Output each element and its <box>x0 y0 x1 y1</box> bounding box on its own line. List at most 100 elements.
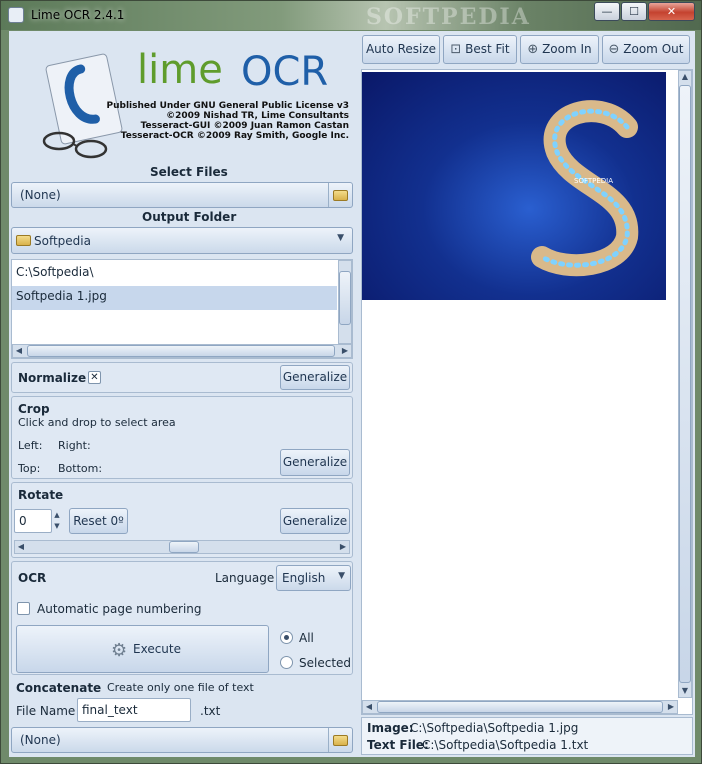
window-title: Lime OCR 2.4.1 <box>31 8 125 22</box>
list-item[interactable]: C:\Softpedia\ <box>12 262 337 286</box>
concatenate-combo[interactable]: (None) <box>11 727 353 753</box>
list-horizontal-scrollbar[interactable]: ◀ ▶ <box>12 344 352 358</box>
app-icon <box>8 7 24 23</box>
preview-image[interactable]: SOFTPEDIA <box>362 72 666 300</box>
crop-right-label: Right: <box>58 439 91 452</box>
scroll-right-arrow[interactable]: ▶ <box>665 701 677 713</box>
license-line: Tesseract-GUI ©2009 Juan Ramon Castan <box>140 121 349 131</box>
execute-button[interactable]: ⚙ Execute <box>16 625 269 673</box>
logo: lime OCR Published Under GNU General Pub… <box>29 45 359 167</box>
language-label: Language <box>215 571 275 585</box>
output-folder-title: Output Folder <box>142 210 237 224</box>
stepper-up-icon[interactable]: ▲ <box>52 510 62 521</box>
maximize-button[interactable]: ☐ <box>621 2 647 21</box>
gear-icon: ⚙ <box>111 640 128 661</box>
softpedia-s-logo <box>531 100 639 277</box>
browse-output-button[interactable] <box>328 728 352 752</box>
execute-label: Execute <box>133 642 181 656</box>
concatenate-title: Concatenate <box>16 681 102 695</box>
scroll-down-arrow[interactable]: ▼ <box>679 685 691 697</box>
preview-pane: SOFTPEDIA ▲ ▼ ◀ ▶ <box>361 69 693 715</box>
crop-hint: Click and drop to select area <box>18 416 176 429</box>
crop-title: Crop <box>18 402 50 416</box>
chevron-down-icon: ▼ <box>337 233 344 243</box>
rotate-generalize-button[interactable]: Generalize <box>280 508 350 534</box>
image-path: C:\Softpedia\Softpedia 1.jpg <box>410 721 579 735</box>
preview-vertical-scrollbar[interactable]: ▲ ▼ <box>678 70 692 698</box>
zoom-out-button[interactable]: ⊖ Zoom Out <box>602 35 690 64</box>
text-file-path: C:\Softpedia\Softpedia 1.txt <box>422 738 589 752</box>
stepper-down-icon[interactable]: ▼ <box>52 521 62 532</box>
radio-dot <box>284 635 289 640</box>
normalize-panel: Normalize ✕ Generalize <box>11 362 353 393</box>
logo-ocr: OCR <box>241 49 329 95</box>
folder-icon <box>16 235 31 246</box>
folder-icon <box>333 735 348 746</box>
auto-numbering-checkbox[interactable] <box>17 602 30 615</box>
scroll-thumb[interactable] <box>679 85 691 683</box>
zoom-in-button[interactable]: ⊕ Zoom In <box>520 35 599 64</box>
slider-left-arrow[interactable]: ◀ <box>15 541 27 553</box>
concatenate-hint: Create only one file of text <box>107 681 254 694</box>
normalize-generalize-button[interactable]: Generalize <box>280 365 350 390</box>
license-line: ©2009 Nishad TR, Lime Consultants <box>166 111 349 121</box>
concatenate-value: (None) <box>20 733 61 747</box>
crop-top-label: Top: <box>18 462 41 475</box>
preview-brand: SOFTPEDIA <box>574 177 614 185</box>
language-value: English <box>282 571 326 585</box>
radio-selected[interactable] <box>280 656 293 669</box>
slider-thumb[interactable] <box>169 541 199 553</box>
browse-files-button[interactable] <box>328 183 352 207</box>
scroll-thumb[interactable] <box>27 345 335 357</box>
auto-numbering-label: Automatic page numbering <box>37 602 202 616</box>
minimize-button[interactable]: — <box>594 2 620 21</box>
filename-label: File Name <box>16 704 76 718</box>
logo-lime: lime <box>137 47 223 93</box>
radio-selected-label: Selected <box>299 656 352 670</box>
scroll-up-arrow[interactable]: ▲ <box>679 71 691 83</box>
select-files-combo[interactable]: (None) <box>11 182 353 208</box>
crop-generalize-button[interactable]: Generalize <box>280 449 350 476</box>
rotate-stepper[interactable]: ▲ ▼ <box>52 510 62 532</box>
best-fit-label: Best Fit <box>465 42 510 56</box>
watermark: SOFTPEDIA <box>366 4 531 30</box>
best-fit-button[interactable]: ⊡ Best Fit <box>443 35 517 64</box>
crop-bottom-label: Bottom: <box>58 462 103 475</box>
preview-horizontal-scrollbar[interactable]: ◀ ▶ <box>362 700 678 714</box>
image-label: Image: <box>367 721 414 735</box>
ocr-panel: OCR Language English ▼ Automatic page nu… <box>11 561 353 675</box>
zoom-out-icon: ⊖ <box>608 42 620 57</box>
zoom-in-icon: ⊕ <box>527 42 539 57</box>
normalize-label: Normalize <box>18 371 87 385</box>
list-vertical-scrollbar[interactable] <box>338 260 352 344</box>
text-file-label: Text File: <box>367 738 429 752</box>
zoom-in-label: Zoom In <box>542 42 592 56</box>
slider-right-arrow[interactable]: ▶ <box>337 541 349 553</box>
rotate-title: Rotate <box>18 488 64 502</box>
rotate-slider[interactable]: ◀ ▶ <box>14 540 350 554</box>
scroll-thumb[interactable] <box>339 271 351 325</box>
scroll-thumb[interactable] <box>377 701 663 713</box>
auto-resize-button[interactable]: Auto Resize <box>362 35 440 64</box>
output-folder-value: Softpedia <box>34 234 91 248</box>
close-button[interactable]: ✕ <box>648 2 695 21</box>
radio-all-label: All <box>299 631 314 645</box>
radio-all[interactable] <box>280 631 293 644</box>
license-line: Published Under GNU General Public Licen… <box>106 101 349 111</box>
language-select[interactable]: English ▼ <box>276 565 351 591</box>
reset-rotation-button[interactable]: Reset 0º <box>69 508 128 534</box>
crop-left-label: Left: <box>18 439 43 452</box>
list-item-label: C:\Softpedia\ <box>16 265 94 279</box>
app-window: Lime OCR 2.4.1 SOFTPEDIA — ☐ ✕ lime OCR … <box>0 0 702 764</box>
zoom-out-label: Zoom Out <box>623 42 684 56</box>
scroll-right-arrow[interactable]: ▶ <box>339 345 351 357</box>
ocr-title: OCR <box>18 571 47 585</box>
scroll-left-arrow[interactable]: ◀ <box>13 345 25 357</box>
filename-input[interactable]: final_text <box>77 698 191 722</box>
list-item-selected[interactable]: Softpedia 1.jpg <box>12 286 337 310</box>
title-bar[interactable]: Lime OCR 2.4.1 SOFTPEDIA — ☐ ✕ <box>1 1 701 30</box>
rotate-angle-input[interactable]: 0 <box>14 509 52 533</box>
scroll-left-arrow[interactable]: ◀ <box>363 701 375 713</box>
normalize-checkbox[interactable]: ✕ <box>88 371 101 384</box>
output-folder-combo[interactable]: Softpedia ▼ <box>11 227 353 254</box>
